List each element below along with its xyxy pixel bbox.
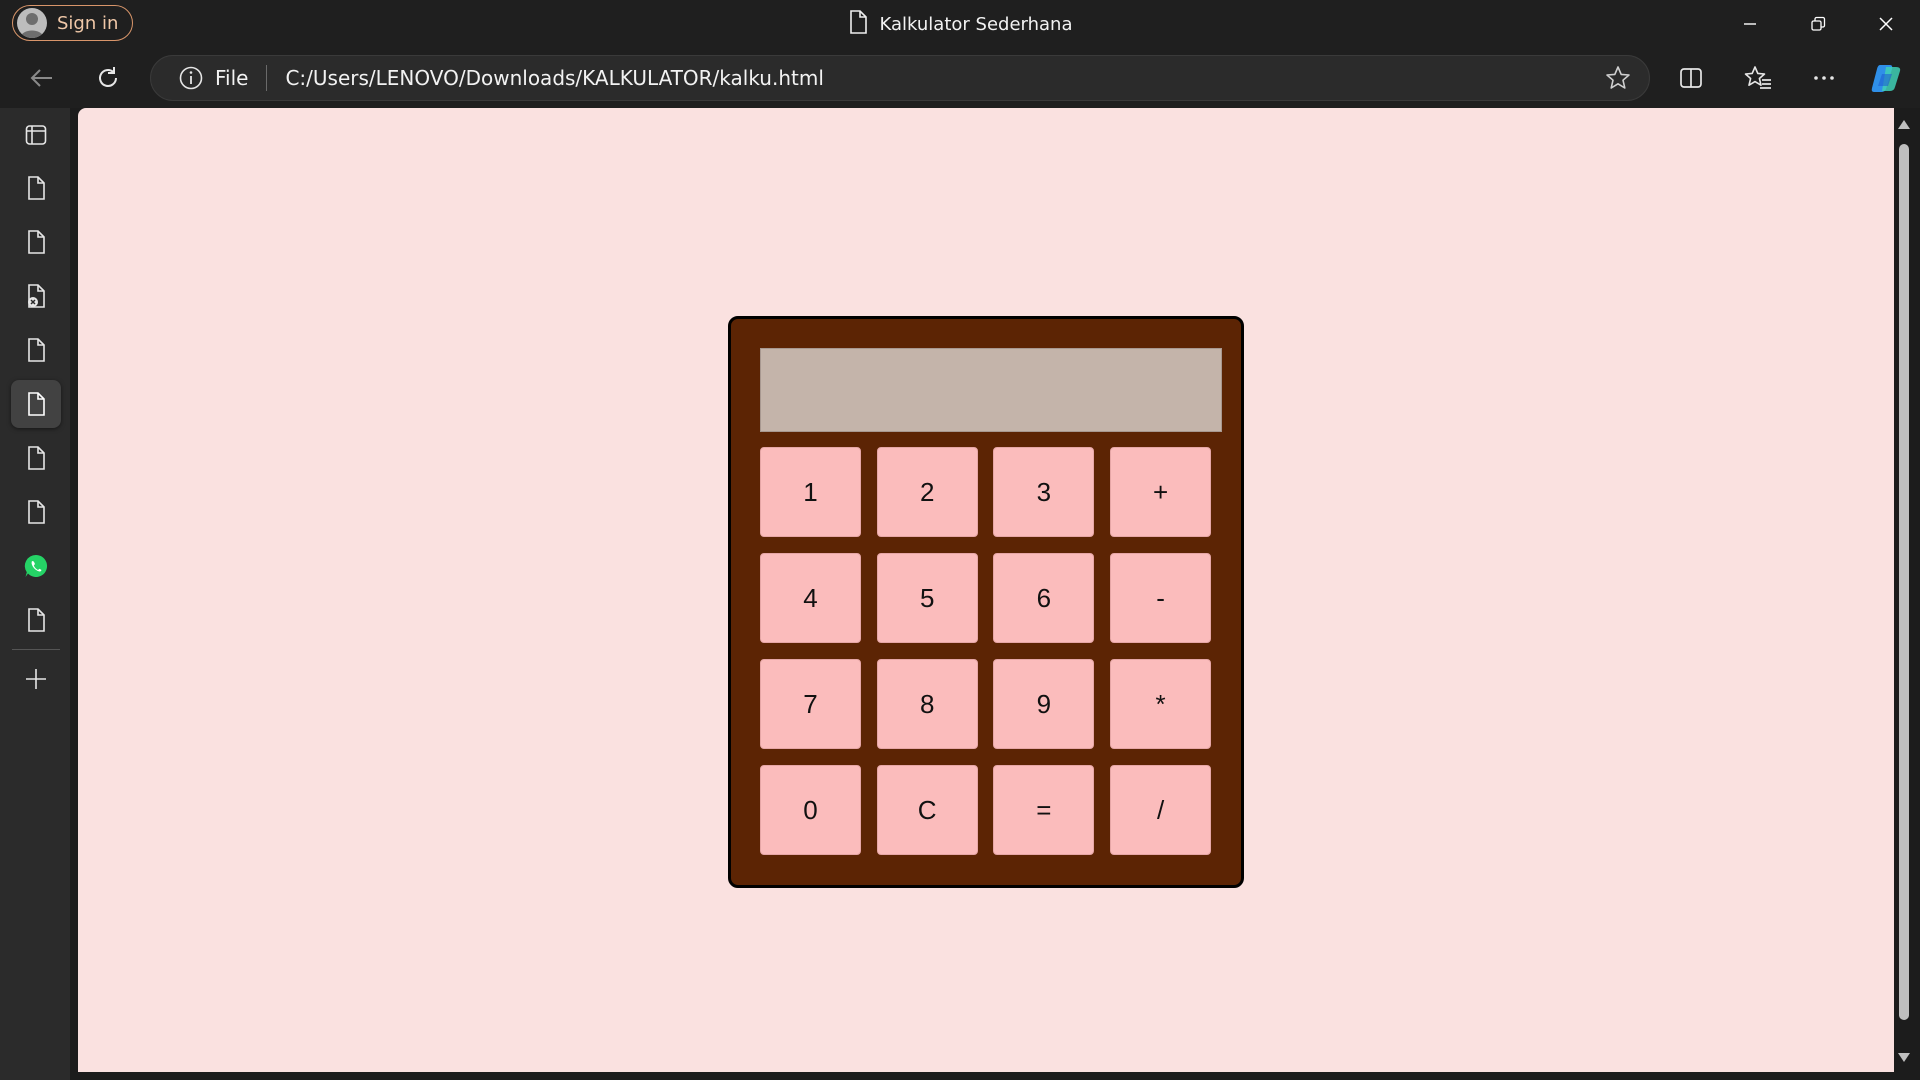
split-screen-icon (1680, 68, 1702, 88)
minimize-icon (1744, 23, 1756, 25)
favorites-icon (1744, 66, 1771, 89)
copilot-button[interactable] (1866, 58, 1906, 98)
key-multiply-button[interactable]: * (1110, 659, 1212, 749)
key-6-button[interactable]: 6 (993, 553, 1095, 643)
copilot-icon (1871, 65, 1901, 92)
plus-icon (26, 669, 46, 689)
key-4-button[interactable]: 4 (760, 553, 861, 643)
url-text[interactable]: C:/Users/LENOVO/Downloads/KALKULATOR/kal… (285, 66, 823, 90)
calculator: 1 2 3 + 4 5 6 - 7 8 9 * 0 C = / (728, 316, 1244, 888)
sidebar-tab-2[interactable] (11, 218, 61, 266)
tab-actions-button[interactable] (11, 111, 61, 159)
page-icon (28, 446, 45, 470)
split-screen-button[interactable] (1671, 58, 1711, 98)
scroll-down-arrow-icon[interactable] (1898, 1053, 1910, 1062)
close-icon (1879, 17, 1893, 31)
sidebar-tab-8[interactable] (11, 596, 61, 644)
address-divider (266, 65, 268, 91)
scroll-up-arrow-icon[interactable] (1898, 120, 1910, 129)
key-equals-button[interactable]: = (993, 765, 1095, 855)
scrollbar-thumb[interactable] (1899, 144, 1909, 1020)
page-icon (28, 230, 45, 254)
back-button[interactable] (22, 58, 62, 98)
key-divide-button[interactable]: / (1110, 765, 1212, 855)
page-icon (28, 608, 45, 632)
key-5-button[interactable]: 5 (876, 553, 978, 643)
page-viewport: 1 2 3 + 4 5 6 - 7 8 9 * 0 C = / (78, 108, 1894, 1072)
new-tab-button[interactable] (11, 655, 61, 703)
sidebar-tab-3[interactable] (11, 272, 61, 320)
window-title: Kalkulator Sederhana (0, 0, 1920, 48)
page-icon (28, 338, 45, 362)
more-icon (1814, 76, 1834, 80)
page-icon (28, 500, 45, 524)
sidebar-divider (12, 649, 60, 650)
key-plus-button[interactable]: + (1110, 447, 1212, 537)
close-button[interactable] (1852, 0, 1920, 48)
key-3-button[interactable]: 3 (993, 447, 1095, 537)
more-button[interactable] (1804, 58, 1844, 98)
key-9-button[interactable]: 9 (993, 659, 1095, 749)
restore-icon (1811, 16, 1826, 31)
sidebar-tab-7[interactable] (11, 488, 61, 536)
favorites-button[interactable] (1738, 58, 1778, 98)
page-icon (28, 392, 45, 416)
key-7-button[interactable]: 7 (760, 659, 861, 749)
vertical-tabs-sidebar (0, 108, 70, 1080)
back-arrow-icon (30, 69, 52, 87)
key-minus-button[interactable]: - (1110, 553, 1212, 643)
scheme-label: File (215, 66, 249, 90)
address-bar[interactable]: File C:/Users/LENOVO/Downloads/KALKULATO… (150, 55, 1650, 101)
refresh-icon (99, 67, 117, 87)
restore-button[interactable] (1784, 0, 1852, 48)
page-icon (28, 176, 45, 200)
key-clear-button[interactable]: C (876, 765, 978, 855)
document-icon (848, 9, 868, 39)
key-1-button[interactable]: 1 (760, 447, 861, 537)
key-8-button[interactable]: 8 (876, 659, 978, 749)
sidebar-tab-4[interactable] (11, 326, 61, 374)
calculator-display[interactable] (760, 348, 1222, 432)
add-favorite-star-icon[interactable] (1605, 65, 1631, 95)
refresh-button[interactable] (88, 58, 128, 98)
sidebar-tab-1[interactable] (11, 164, 61, 212)
sidebar-tab-5-active[interactable] (11, 380, 61, 428)
whatsapp-icon (24, 554, 48, 577)
calculator-keypad: 1 2 3 + 4 5 6 - 7 8 9 * 0 C = / (760, 447, 1222, 855)
minimize-button[interactable] (1716, 0, 1784, 48)
key-0-button[interactable]: 0 (760, 765, 861, 855)
site-info-icon[interactable] (177, 64, 205, 92)
browser-toolbar: File C:/Users/LENOVO/Downloads/KALKULATO… (0, 48, 1920, 108)
title-bar: Sign in Kalkulator Sederhana (0, 0, 1920, 48)
page-error-icon (28, 284, 45, 308)
key-2-button[interactable]: 2 (876, 447, 978, 537)
window-title-text: Kalkulator Sederhana (879, 13, 1073, 35)
sidebar-tab-6[interactable] (11, 434, 61, 482)
tab-actions-icon (25, 125, 47, 145)
page-scrollbar[interactable] (1894, 108, 1914, 1072)
sidebar-tab-whatsapp[interactable] (11, 542, 61, 590)
